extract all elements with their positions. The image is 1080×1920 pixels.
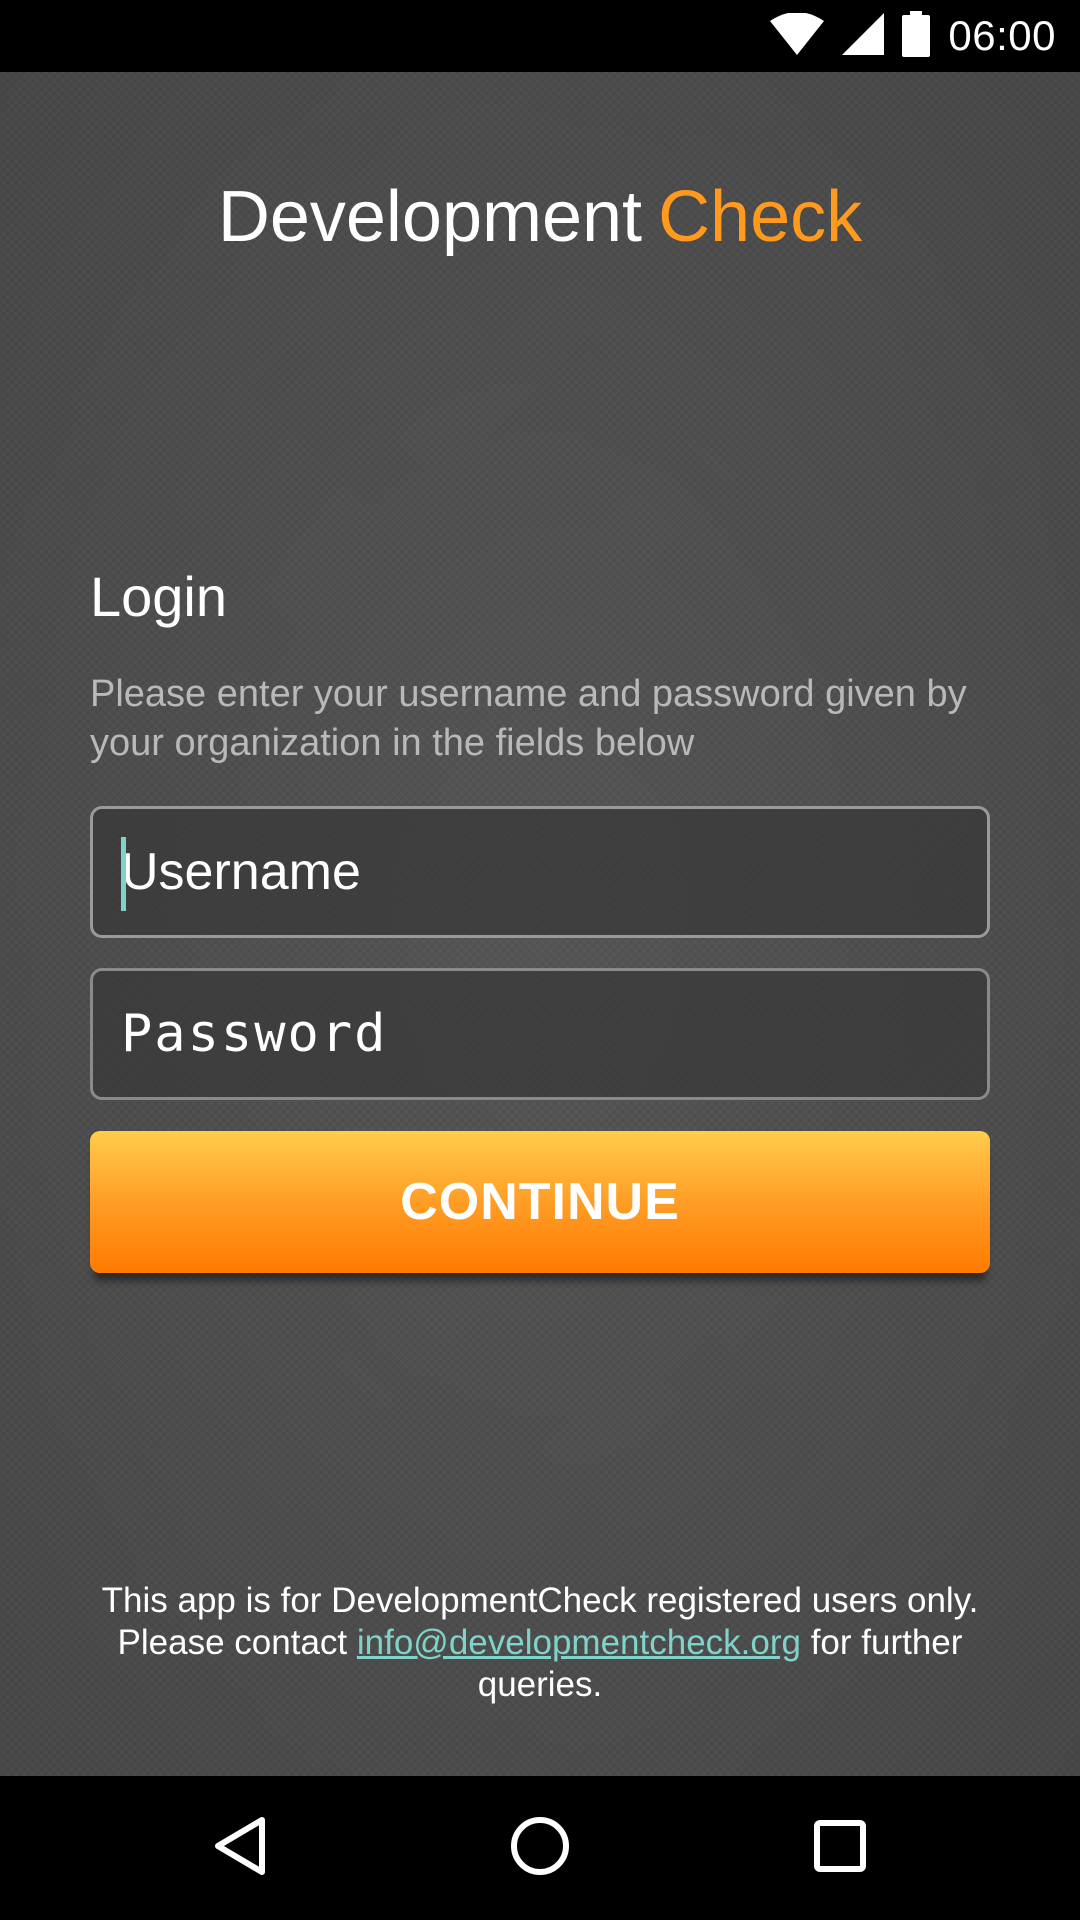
- username-field[interactable]: [90, 806, 990, 938]
- text-cursor: [121, 837, 126, 911]
- battery-icon: [902, 10, 931, 62]
- status-time: 06:00: [948, 12, 1056, 59]
- status-bar: 06:00: [0, 0, 1080, 72]
- app-title-word-2: Check: [658, 177, 863, 257]
- back-button[interactable]: [204, 1812, 276, 1884]
- login-screen: Development Check Login Please enter your…: [0, 72, 1080, 1776]
- home-icon: [510, 1816, 570, 1881]
- footer-note: This app is for DevelopmentCheck registe…: [90, 1580, 990, 1706]
- status-icons: 06:00: [770, 0, 1056, 72]
- contact-email-link[interactable]: info@developmentcheck.org: [357, 1623, 801, 1662]
- login-heading: Login: [90, 565, 228, 628]
- password-input[interactable]: [121, 1004, 987, 1064]
- wifi-icon: [770, 11, 825, 60]
- recents-button[interactable]: [804, 1812, 876, 1884]
- navigation-bar: [0, 1776, 1080, 1920]
- login-description: Please enter your username and password …: [90, 673, 967, 764]
- recents-icon: [814, 1819, 866, 1877]
- cell-signal-icon: [842, 12, 885, 60]
- password-field[interactable]: [90, 968, 990, 1100]
- app-title: Development Check: [0, 172, 1080, 262]
- username-input[interactable]: [121, 842, 987, 902]
- back-icon: [212, 1816, 268, 1881]
- app-title-word-1: Development: [217, 177, 643, 257]
- continue-button[interactable]: CONTINUE: [90, 1131, 990, 1273]
- home-button[interactable]: [504, 1812, 576, 1884]
